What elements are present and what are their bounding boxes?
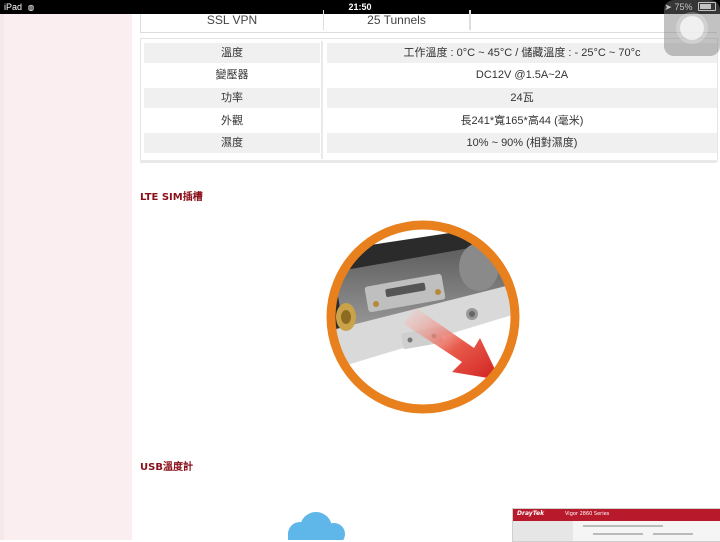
spec-value: 工作溫度 : 0°C ~ 45°C / 儲藏溫度 : - 25°C ~ 70°c	[327, 43, 717, 63]
table-row: 濕度 10% ~ 90% (相對濕度)	[144, 133, 717, 153]
sim-slot-illustration	[326, 220, 520, 414]
assistive-touch-button[interactable]	[664, 0, 720, 56]
spec-value: 24瓦	[327, 88, 717, 108]
spec-value: 長241*寬165*高44 (毫米)	[460, 115, 584, 127]
table-row: 溫度 工作溫度 : 0°C ~ 45°C / 儲藏溫度 : - 25°C ~ 7…	[144, 43, 717, 63]
top-table-cell-value: 25 Tunnels	[324, 10, 470, 30]
assistive-touch-icon	[680, 16, 704, 40]
router-ui-header: DrayTek Vigor 2860 Series	[513, 509, 720, 521]
spec-label: 外觀	[221, 115, 243, 127]
spec-value: 10% ~ 90% (相對濕度)	[327, 133, 717, 153]
table-row: 變壓器 DC12V @1.5A~2A	[144, 65, 717, 85]
top-table-cell-label: SSL VPN	[141, 10, 324, 30]
usb-thermometer-heading: USB溫度計	[140, 462, 193, 473]
router-ui-screenshot: DrayTek Vigor 2860 Series	[512, 508, 720, 542]
draytek-logo: DrayTek	[517, 510, 545, 517]
spec-value: DC12V @1.5A~2A	[475, 69, 569, 81]
spec-table-shadow	[140, 160, 716, 163]
spec-label: 濕度	[144, 133, 320, 153]
router-ui-line	[583, 525, 663, 527]
router-ui-line	[653, 533, 693, 535]
spec-table: 溫度 工作溫度 : 0°C ~ 45°C / 儲藏溫度 : - 25°C ~ 7…	[140, 38, 718, 162]
spec-label: 功率	[144, 88, 320, 108]
table-row: 功率 24瓦	[144, 88, 717, 108]
lte-sim-heading: LTE SIM插槽	[140, 192, 203, 203]
table-row: 外觀 長241*寬165*高44 (毫米)	[144, 111, 717, 131]
router-model: Vigor 2860 Series	[565, 511, 610, 517]
sidebar	[4, 14, 132, 540]
cloud-icon	[288, 512, 345, 540]
spec-label: 變壓器	[215, 69, 249, 81]
spec-label: 溫度	[144, 43, 320, 63]
router-ui-line	[593, 533, 643, 535]
top-table-divider	[470, 10, 471, 30]
router-ui-sidebar	[513, 521, 573, 541]
spec-table-top: SSL VPN 25 Tunnels	[140, 10, 717, 33]
